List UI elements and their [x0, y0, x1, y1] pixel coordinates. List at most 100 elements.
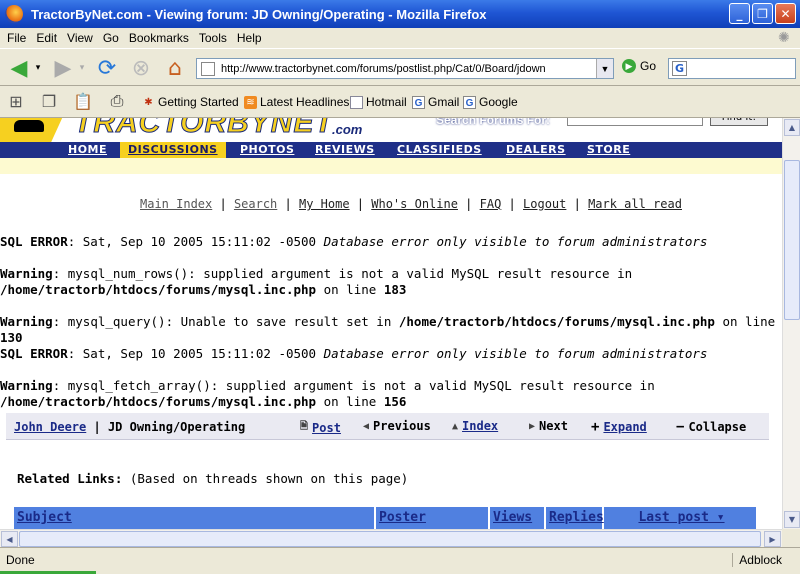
- status-text: Done: [6, 553, 35, 567]
- column-replies[interactable]: Replies: [546, 507, 604, 529]
- link-whos-online[interactable]: Who's Online: [371, 197, 458, 211]
- url-text: http://www.tractorbynet.com/forums/postl…: [221, 62, 546, 75]
- forward-history-dropdown-icon[interactable]: ▾: [76, 53, 88, 83]
- link-mark-all-read[interactable]: Mark all read: [588, 197, 682, 211]
- find-it-button[interactable]: Find It!: [710, 118, 768, 126]
- tab-reviews[interactable]: REVIEWS: [307, 142, 383, 158]
- document-icon: 🗎: [300, 421, 309, 432]
- scroll-up-icon[interactable]: ▲: [784, 119, 800, 136]
- bookmark-hotmail[interactable]: Hotmail: [350, 95, 407, 109]
- bookmark-label: Google: [479, 95, 518, 109]
- tab-home[interactable]: HOME: [60, 142, 115, 158]
- bookmark-latest-headlines[interactable]: ≋ Latest Headlines: [244, 95, 349, 109]
- forum-navigation-bar: John Deere | JD Owning/Operating 🗎 Post …: [6, 413, 769, 440]
- link-my-home[interactable]: My Home: [299, 197, 350, 211]
- back-arrow-icon[interactable]: ◀: [4, 53, 34, 83]
- ant-icon: ✱: [144, 96, 153, 108]
- tab-discussions[interactable]: DISCUSSIONS: [120, 142, 226, 158]
- throbber-icon: ✺: [778, 30, 790, 46]
- warning-message-path: /home/tractorb/htdocs/forums/mysql.inc.p…: [0, 282, 407, 297]
- bookmark-google[interactable]: G Google: [463, 95, 518, 109]
- forum-top-links: Main Index | Search | My Home | Who's On…: [140, 197, 682, 211]
- site-logo[interactable]: TRACTORBYNET: [74, 118, 334, 140]
- link-faq[interactable]: FAQ: [480, 197, 502, 211]
- menu-edit[interactable]: Edit: [36, 31, 57, 45]
- search-engine-input[interactable]: G: [668, 58, 796, 79]
- next-button[interactable]: ▶ Next: [529, 419, 568, 433]
- scroll-right-icon[interactable]: ▶: [764, 531, 781, 547]
- vertical-scrollbar[interactable]: ▲ ▼: [782, 118, 800, 529]
- related-links-note: (Based on threads shown on this page): [122, 471, 409, 486]
- warning-message-path: /home/tractorb/htdocs/forums/mysql.inc.p…: [0, 394, 407, 409]
- warning-message-line: 130: [0, 330, 23, 345]
- menu-bookmarks[interactable]: Bookmarks: [129, 31, 189, 45]
- column-subject[interactable]: Subject: [14, 507, 376, 529]
- post-label: Post: [312, 420, 341, 435]
- adblock-button[interactable]: Adblock: [732, 553, 782, 567]
- previous-button[interactable]: ◀ Previous: [363, 419, 431, 433]
- scroll-left-icon[interactable]: ◀: [1, 531, 18, 547]
- close-button[interactable]: ✕: [775, 3, 796, 24]
- expand-button[interactable]: + Expand: [591, 419, 647, 435]
- minus-icon: −: [676, 419, 685, 435]
- index-label: Index: [462, 419, 499, 433]
- sql-error-message: SQL ERROR: Sat, Sep 10 2005 15:11:02 -05…: [0, 234, 708, 249]
- menu-help[interactable]: Help: [237, 31, 262, 45]
- back-history-dropdown-icon[interactable]: ▾: [32, 53, 44, 83]
- stop-icon[interactable]: ⊗: [126, 53, 156, 83]
- minimize-button[interactable]: _: [729, 3, 750, 24]
- site-header: TRACTORBYNET .com Search Forums For: Fin…: [0, 118, 782, 142]
- link-search[interactable]: Search: [234, 197, 277, 211]
- tab-photos[interactable]: PHOTOS: [232, 142, 302, 158]
- site-nav-tabs: HOME DISCUSSIONS PHOTOS REVIEWS CLASSIFI…: [0, 142, 782, 158]
- menu-go[interactable]: Go: [103, 31, 119, 45]
- url-dropdown-icon[interactable]: ▼: [596, 59, 613, 78]
- horizontal-scrollbar[interactable]: ◀ ▶: [0, 529, 782, 547]
- tractor-logo-icon[interactable]: [0, 118, 64, 142]
- reload-icon[interactable]: ⟳: [92, 53, 122, 83]
- bookmark-gmail[interactable]: G Gmail: [412, 95, 459, 109]
- print-icon[interactable]: ⎙: [106, 92, 128, 112]
- link-logout[interactable]: Logout: [523, 197, 566, 211]
- link-main-index[interactable]: Main Index: [140, 197, 212, 211]
- header-band: [0, 158, 782, 174]
- scroll-down-icon[interactable]: ▼: [784, 511, 800, 528]
- column-views[interactable]: Views: [490, 507, 546, 529]
- post-button[interactable]: 🗎 Post: [300, 419, 341, 436]
- google-icon: G: [412, 95, 425, 109]
- menu-view[interactable]: View: [67, 31, 93, 45]
- home-icon[interactable]: ⌂: [160, 53, 190, 83]
- horizontal-scroll-thumb[interactable]: [19, 531, 761, 547]
- page-icon: [350, 95, 363, 109]
- related-links: Related Links: (Based on threads shown o…: [17, 471, 408, 486]
- menu-tools[interactable]: Tools: [199, 31, 227, 45]
- bookmark-getting-started[interactable]: ✱ Getting Started: [142, 95, 239, 109]
- forward-arrow-icon[interactable]: ▶: [48, 53, 78, 83]
- plus-icon: +: [591, 419, 600, 435]
- breadcrumb-category[interactable]: John Deere: [14, 420, 86, 434]
- bookmark-label: Getting Started: [158, 95, 239, 109]
- bookmark-label: Gmail: [428, 95, 460, 109]
- warning-message: Warning: mysql_query(): Unable to save r…: [0, 314, 776, 329]
- sql-error-message: SQL ERROR: Sat, Sep 10 2005 15:11:02 -05…: [0, 346, 708, 361]
- go-button[interactable]: ▶ Go: [622, 59, 656, 73]
- new-window-icon[interactable]: ⊞: [5, 92, 27, 112]
- bookmarks-toolbar: ⊞ ❐ 📋 ⎙ ✱ Getting Started ≋ Latest Headl…: [0, 86, 800, 118]
- google-icon[interactable]: G: [672, 61, 687, 76]
- column-poster[interactable]: Poster: [376, 507, 490, 529]
- url-bar[interactable]: http://www.tractorbynet.com/forums/postl…: [196, 58, 614, 79]
- triangle-left-icon: ◀: [363, 420, 370, 432]
- maximize-button[interactable]: ❐: [752, 3, 773, 24]
- tab-classifieds[interactable]: CLASSIFIEDS: [389, 142, 490, 158]
- copy-icon[interactable]: ❐: [38, 92, 60, 112]
- vertical-scroll-thumb[interactable]: [784, 160, 800, 320]
- collapse-button[interactable]: − Collapse: [676, 419, 746, 435]
- forum-search-input[interactable]: [567, 118, 703, 126]
- index-button[interactable]: ▲ Index: [452, 419, 498, 433]
- column-last-post[interactable]: Last post ▾: [604, 507, 756, 529]
- tab-dealers[interactable]: DEALERS: [498, 142, 574, 158]
- menu-file[interactable]: File: [7, 31, 26, 45]
- tab-store[interactable]: STORE: [579, 142, 638, 158]
- paste-icon[interactable]: 📋: [72, 92, 94, 112]
- expand-label: Expand: [603, 420, 647, 434]
